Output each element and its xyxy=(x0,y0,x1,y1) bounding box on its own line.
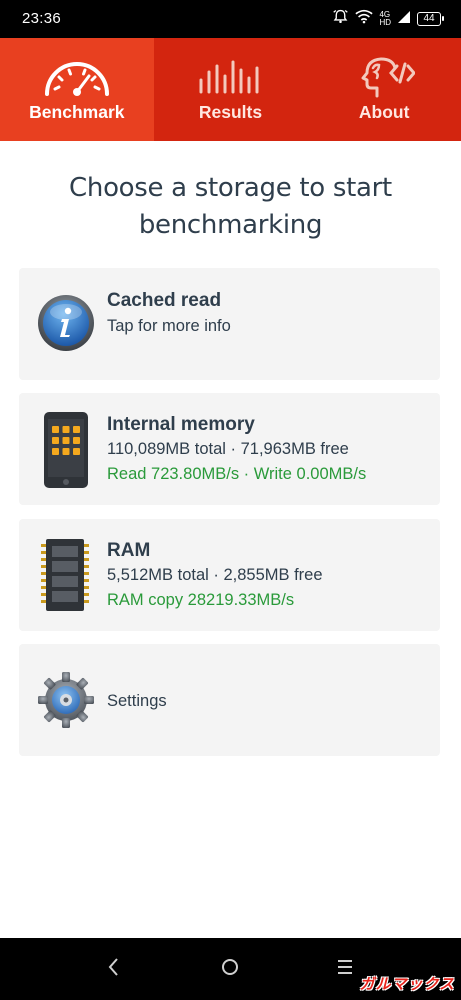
page-heading: Choose a storage to start benchmarking xyxy=(69,173,392,240)
ram-title: RAM xyxy=(107,540,151,561)
cached-read-subtitle: Tap for more info xyxy=(107,317,231,335)
ram-capacity: 5,512MB total · 2,855MB free xyxy=(107,566,323,584)
internal-memory-capacity: 110,089MB total · 71,963MB free xyxy=(107,440,349,458)
battery-icon: 44 xyxy=(417,12,444,26)
status-bar: 23:36 4G HD 44 xyxy=(0,0,461,38)
signal-icon xyxy=(397,10,411,29)
home-button[interactable] xyxy=(220,956,240,984)
tab-about[interactable]: About xyxy=(307,38,461,141)
back-button[interactable] xyxy=(106,956,120,984)
settings-label: Settings xyxy=(107,692,167,710)
tab-about-label: About xyxy=(358,102,410,122)
network-label: 4G HD xyxy=(379,10,391,27)
status-icons: 4G HD 44 xyxy=(332,8,444,30)
ram-speed: RAM copy 28219.33MB/s xyxy=(107,591,295,609)
tab-results[interactable]: Results xyxy=(154,38,308,141)
internal-memory-title: Internal memory xyxy=(107,414,255,435)
tab-results-label: Results xyxy=(198,102,263,122)
internal-memory-card[interactable]: Internal memory 110,089MB total · 71,963… xyxy=(19,393,440,505)
menu-button[interactable] xyxy=(337,956,353,984)
wifi-icon xyxy=(355,9,374,29)
head-code-icon xyxy=(353,56,416,98)
alarm-icon xyxy=(332,8,349,30)
internal-memory-speed: Read 723.80MB/s · Write 0.00MB/s xyxy=(107,465,367,483)
tab-bar: Benchmark Results About xyxy=(0,38,461,141)
ram-chip-icon xyxy=(40,537,90,613)
watermark-logo: ガルマックス xyxy=(359,976,455,993)
tab-benchmark-label: Benchmark xyxy=(29,102,125,122)
cached-read-card[interactable]: Cached read Tap for more info xyxy=(19,268,440,380)
info-icon xyxy=(37,294,95,352)
bars-icon xyxy=(197,56,265,98)
gear-icon xyxy=(37,671,95,729)
cached-read-title: Cached read xyxy=(107,290,222,311)
tab-benchmark[interactable]: Benchmark xyxy=(0,38,154,141)
speedometer-icon xyxy=(42,56,112,98)
ram-card[interactable]: RAM 5,512MB total · 2,855MB free RAM cop… xyxy=(19,519,440,631)
phone-icon xyxy=(41,411,91,489)
navigation-bar: ガルマックス xyxy=(0,938,461,1000)
settings-card[interactable]: Settings xyxy=(19,644,440,756)
status-time: 23:36 xyxy=(22,10,62,27)
